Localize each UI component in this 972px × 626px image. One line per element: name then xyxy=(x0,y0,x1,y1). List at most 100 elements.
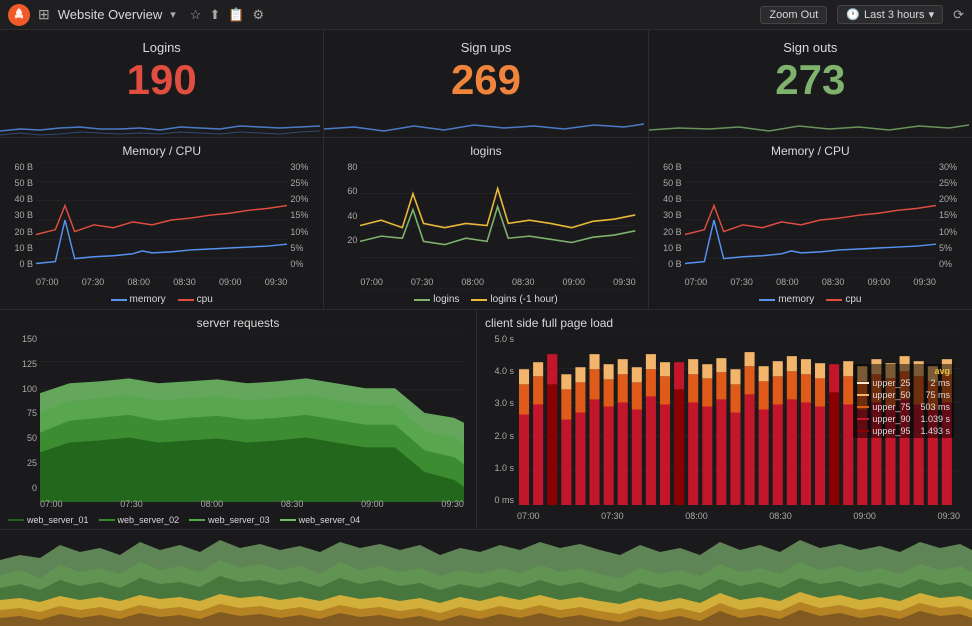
memory-cpu-right-y-left: 60 B50 B40 B30 B20 B10 B0 B xyxy=(657,162,685,269)
memory-cpu-left-area: 60 B50 B40 B30 B20 B10 B0 B 30%25%20%15%… xyxy=(8,162,315,291)
memory-cpu-right-title: Memory / CPU xyxy=(657,144,964,158)
star-icon[interactable]: ☆ xyxy=(190,7,202,23)
ws01-label: web_server_01 xyxy=(27,515,89,525)
upper50-name: upper_50 xyxy=(872,390,910,400)
signouts-panel: Sign outs 273 xyxy=(649,30,972,137)
client-page-load-area: 5.0 s4.0 s3.0 s2.0 s1.0 s0 ms xyxy=(485,334,964,525)
time-range-picker[interactable]: 🕐 Last 3 hours ▾ xyxy=(837,5,943,24)
logins-legend-label: logins xyxy=(433,294,459,305)
logins-chart-legend: logins logins (-1 hour) xyxy=(332,294,639,305)
ws03-color xyxy=(189,519,205,521)
time-range-label: Last 3 hours xyxy=(864,9,925,21)
ws04-color xyxy=(280,519,296,521)
x-axis: 07:0007:3008:0008:3009:0009:30 xyxy=(36,273,287,291)
logins-chart-area: 80604020 07:0007:3008:0008:3009:0009:30 xyxy=(332,162,639,291)
legend-memory-r: memory xyxy=(759,294,814,305)
memory-cpu-right-area: 60 B50 B40 B30 B20 B10 B0 B 30%25%20%15%… xyxy=(657,162,964,291)
signups-sparkline xyxy=(324,109,644,137)
upper75-legend: upper_75 503 ms xyxy=(857,402,950,412)
client-legend-box: avg upper_25 2 ms upper_50 75 ms xyxy=(853,364,954,438)
app-logo xyxy=(8,4,30,26)
server-x-axis: 07:0007:3008:0008:3009:0009:30 xyxy=(40,495,464,513)
upper90-legend: upper_90 1.039 s xyxy=(857,414,950,424)
ws02-color xyxy=(99,519,115,521)
cpu-label: cpu xyxy=(197,294,213,305)
logins-color xyxy=(414,299,430,301)
memory-cpu-left-legend: memory cpu xyxy=(8,294,315,305)
ws01-legend: web_server_01 xyxy=(8,515,89,525)
client-page-load-title: client side full page load xyxy=(485,316,964,330)
legend-memory: memory xyxy=(111,294,166,305)
legend-cpu: cpu xyxy=(178,294,213,305)
y-axis-left: 60 B50 B40 B30 B20 B10 B0 B xyxy=(8,162,36,269)
logins-label: Logins xyxy=(143,40,181,55)
cpu-r-color xyxy=(826,299,842,301)
client-page-load-panel: client side full page load 5.0 s4.0 s3.0… xyxy=(477,310,972,529)
server-requests-area: 1501251007550250 xyxy=(8,334,468,513)
upper90-name: upper_90 xyxy=(872,414,910,424)
grid-icon: ⊞ xyxy=(38,6,50,23)
upper95-name: upper_95 xyxy=(872,426,910,436)
ws03-legend: web_server_03 xyxy=(189,515,270,525)
memory-cpu-right-x-axis: 07:0007:3008:0008:3009:0009:30 xyxy=(685,273,936,291)
memory-cpu-left-title: Memory / CPU xyxy=(8,144,315,158)
memory-r-color xyxy=(759,299,775,301)
ws01-color xyxy=(8,519,24,521)
memory-color xyxy=(111,299,127,301)
memory-cpu-left-svg xyxy=(36,162,287,278)
logins-x-axis: 07:0007:3008:0008:3009:0009:30 xyxy=(360,273,635,291)
ws04-label: web_server_04 xyxy=(299,515,361,525)
settings-icon[interactable]: ⚙ xyxy=(253,7,265,23)
logins-chart-title: logins xyxy=(332,144,639,158)
server-requests-title: server requests xyxy=(8,316,468,330)
refresh-button[interactable]: ⟳ xyxy=(953,7,964,23)
legend-cpu-r: cpu xyxy=(826,294,861,305)
upper90-value: 1.039 s xyxy=(920,414,950,424)
server-y-axis: 1501251007550250 xyxy=(8,334,40,493)
ws03-label: web_server_03 xyxy=(208,515,270,525)
vbottom-panel xyxy=(0,530,972,626)
stat-panels-row: Logins 190 Sign ups 269 Sign outs 273 xyxy=(0,30,972,138)
upper50-value: 75 ms xyxy=(925,390,950,400)
legend-logins-1h: logins (-1 hour) xyxy=(471,294,557,305)
signups-label: Sign ups xyxy=(461,40,512,55)
upper75-name: upper_75 xyxy=(872,402,910,412)
ws04-legend: web_server_04 xyxy=(280,515,361,525)
ws02-legend: web_server_02 xyxy=(99,515,180,525)
logins-sparkline xyxy=(0,109,320,137)
signouts-label: Sign outs xyxy=(783,40,837,55)
memory-cpu-left-panel: Memory / CPU 60 B50 B40 B30 B20 B10 B0 B… xyxy=(0,138,324,309)
share-icon[interactable]: ⬆ xyxy=(209,7,220,23)
mid-charts-row: Memory / CPU 60 B50 B40 B30 B20 B10 B0 B… xyxy=(0,138,972,310)
bottom-charts-row: server requests 1501251007550250 xyxy=(0,310,972,530)
title-dropdown-icon[interactable]: ▾ xyxy=(170,8,176,21)
server-requests-panel: server requests 1501251007550250 xyxy=(0,310,477,529)
vbottom-svg xyxy=(0,530,972,626)
memory-cpu-right-legend: memory cpu xyxy=(657,294,964,305)
zoom-out-button[interactable]: Zoom Out xyxy=(760,6,827,24)
upper25-legend: upper_25 2 ms xyxy=(857,378,950,388)
cpu-color xyxy=(178,299,194,301)
upper75-color xyxy=(857,406,869,408)
upper25-name: upper_25 xyxy=(872,378,910,388)
main-content: Logins 190 Sign ups 269 Sign outs 273 xyxy=(0,30,972,626)
logins-1h-label: logins (-1 hour) xyxy=(490,294,557,305)
upper90-color xyxy=(857,418,869,420)
signups-value: 269 xyxy=(451,59,521,101)
upper95-color xyxy=(857,430,869,432)
logins-chart-panel: logins 80604020 07:0007:3008 xyxy=(324,138,648,309)
memory-cpu-right-y-right: 30%25%20%15%10%5%0% xyxy=(936,162,964,269)
upper25-color xyxy=(857,382,869,384)
server-requests-svg xyxy=(40,334,464,502)
memory-r-label: memory xyxy=(778,294,814,305)
legend-logins: logins xyxy=(414,294,459,305)
logins-svg xyxy=(360,162,635,289)
snapshot-icon[interactable]: 📋 xyxy=(228,7,244,23)
signouts-sparkline xyxy=(649,109,969,137)
logins-1h-color xyxy=(471,299,487,301)
cpu-r-label: cpu xyxy=(845,294,861,305)
memory-label: memory xyxy=(130,294,166,305)
signups-panel: Sign ups 269 xyxy=(324,30,648,137)
dashboard-title: Website Overview xyxy=(58,7,163,22)
upper50-color xyxy=(857,394,869,396)
